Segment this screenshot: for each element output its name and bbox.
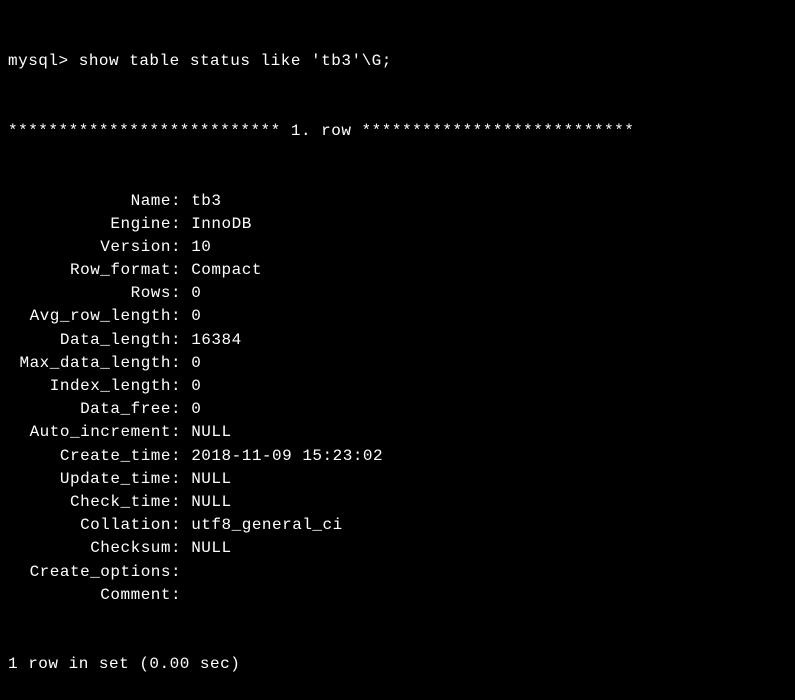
field-value: 16384 bbox=[191, 329, 242, 352]
field-label: Data_free bbox=[8, 398, 171, 421]
field-separator: : bbox=[171, 561, 191, 584]
field-separator: : bbox=[171, 468, 191, 491]
field-row: Max_data_length: 0 bbox=[8, 352, 787, 375]
field-row: Check_time: NULL bbox=[8, 491, 787, 514]
field-label: Check_time bbox=[8, 491, 171, 514]
field-value: NULL bbox=[191, 491, 231, 514]
field-value: Compact bbox=[191, 259, 262, 282]
result-footer: 1 row in set (0.00 sec) bbox=[8, 653, 787, 676]
field-row: Data_free: 0 bbox=[8, 398, 787, 421]
field-value: 10 bbox=[191, 236, 211, 259]
field-separator: : bbox=[171, 491, 191, 514]
field-value: 0 bbox=[191, 398, 201, 421]
field-separator: : bbox=[171, 445, 191, 468]
field-row: Auto_increment: NULL bbox=[8, 421, 787, 444]
field-separator: : bbox=[171, 352, 191, 375]
field-label: Comment bbox=[8, 584, 171, 607]
field-label: Checksum bbox=[8, 537, 171, 560]
field-row: Update_time: NULL bbox=[8, 468, 787, 491]
field-value: 0 bbox=[191, 282, 201, 305]
command-line: mysql> show table status like 'tb3'\G; bbox=[8, 50, 787, 73]
field-row: Version: 10 bbox=[8, 236, 787, 259]
field-value: 0 bbox=[191, 305, 201, 328]
field-value: tb3 bbox=[191, 190, 221, 213]
field-value: 0 bbox=[191, 352, 201, 375]
field-label: Auto_increment bbox=[8, 421, 171, 444]
field-label: Rows bbox=[8, 282, 171, 305]
field-value: utf8_general_ci bbox=[191, 514, 343, 537]
field-row: Index_length: 0 bbox=[8, 375, 787, 398]
field-value: InnoDB bbox=[191, 213, 252, 236]
field-row: Name: tb3 bbox=[8, 190, 787, 213]
field-label: Engine bbox=[8, 213, 171, 236]
row-separator: *************************** 1. row *****… bbox=[8, 120, 787, 143]
field-label: Index_length bbox=[8, 375, 171, 398]
mysql-terminal-output: mysql> show table status like 'tb3'\G; *… bbox=[8, 4, 787, 700]
field-label: Update_time bbox=[8, 468, 171, 491]
field-value: NULL bbox=[191, 537, 231, 560]
field-separator: : bbox=[171, 329, 191, 352]
field-separator: : bbox=[171, 236, 191, 259]
field-value: NULL bbox=[191, 421, 231, 444]
field-value: 0 bbox=[191, 375, 201, 398]
field-row: Comment: bbox=[8, 584, 787, 607]
mysql-prompt: mysql> bbox=[8, 50, 79, 73]
table-status-fields: Name: tb3Engine: InnoDBVersion: 10Row_fo… bbox=[8, 190, 787, 607]
field-label: Version bbox=[8, 236, 171, 259]
field-label: Create_time bbox=[8, 445, 171, 468]
field-label: Avg_row_length bbox=[8, 305, 171, 328]
field-label: Row_format bbox=[8, 259, 171, 282]
field-separator: : bbox=[171, 190, 191, 213]
field-separator: : bbox=[171, 282, 191, 305]
field-separator: : bbox=[171, 537, 191, 560]
field-label: Create_options bbox=[8, 561, 171, 584]
field-row: Create_time: 2018-11-09 15:23:02 bbox=[8, 445, 787, 468]
field-label: Collation bbox=[8, 514, 171, 537]
field-separator: : bbox=[171, 421, 191, 444]
field-row: Checksum: NULL bbox=[8, 537, 787, 560]
field-separator: : bbox=[171, 259, 191, 282]
field-row: Create_options: bbox=[8, 561, 787, 584]
field-value: NULL bbox=[191, 468, 231, 491]
field-separator: : bbox=[171, 584, 191, 607]
sql-command: show table status like 'tb3'\G; bbox=[79, 50, 392, 73]
field-row: Rows: 0 bbox=[8, 282, 787, 305]
field-label: Max_data_length bbox=[8, 352, 171, 375]
field-value: 2018-11-09 15:23:02 bbox=[191, 445, 383, 468]
field-separator: : bbox=[171, 213, 191, 236]
field-row: Collation: utf8_general_ci bbox=[8, 514, 787, 537]
field-separator: : bbox=[171, 375, 191, 398]
field-row: Row_format: Compact bbox=[8, 259, 787, 282]
field-row: Data_length: 16384 bbox=[8, 329, 787, 352]
field-separator: : bbox=[171, 398, 191, 421]
field-row: Avg_row_length: 0 bbox=[8, 305, 787, 328]
field-label: Data_length bbox=[8, 329, 171, 352]
field-separator: : bbox=[171, 514, 191, 537]
field-separator: : bbox=[171, 305, 191, 328]
field-row: Engine: InnoDB bbox=[8, 213, 787, 236]
field-label: Name bbox=[8, 190, 171, 213]
